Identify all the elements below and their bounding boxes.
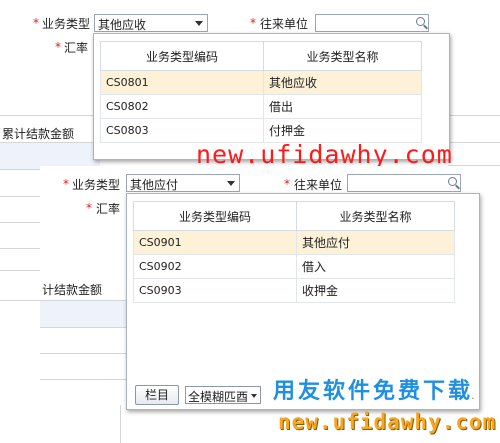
cumulative-amount-header: 累计结款金额 bbox=[2, 127, 75, 141]
table-row[interactable]: CS0801 其他应收 bbox=[100, 70, 422, 95]
watermark-url-orange: new.ufidawhy.com bbox=[278, 410, 497, 434]
chevron-down-icon bbox=[251, 394, 257, 398]
column-header-code: 业务类型编码 bbox=[100, 41, 264, 71]
table-row[interactable]: CS0902 借入 bbox=[133, 254, 455, 279]
watermark-brand: 用友软件免费下载 bbox=[273, 379, 474, 404]
row-name: 借入 bbox=[296, 254, 455, 279]
required-mark: * bbox=[250, 16, 256, 30]
row-code: CS0901 bbox=[133, 230, 297, 255]
column-header-name: 业务类型名称 bbox=[296, 201, 455, 231]
counterparty-label: 往来单位 bbox=[294, 178, 343, 192]
required-mark: * bbox=[86, 201, 92, 215]
match-mode-value: 全模糊匹酉 bbox=[188, 390, 249, 404]
business-type-label: 业务类型 bbox=[72, 178, 121, 192]
row-name: 其他应收 bbox=[263, 70, 422, 95]
business-type-select[interactable]: 其他应收 bbox=[94, 14, 208, 32]
rate-label: 汇率 bbox=[64, 41, 89, 55]
row-code: CS0902 bbox=[133, 254, 297, 279]
table-row[interactable]: CS0802 借出 bbox=[100, 94, 422, 119]
column-header-code: 业务类型编码 bbox=[133, 201, 297, 231]
business-type-table: 业务类型编码 业务类型名称 CS0901 其他应付 CS0902 借入 CS09… bbox=[133, 201, 455, 303]
match-mode-select[interactable]: 全模糊匹酉 bbox=[185, 386, 261, 404]
chevron-down-icon bbox=[227, 181, 235, 186]
required-mark: * bbox=[284, 177, 290, 191]
required-mark: * bbox=[63, 177, 69, 191]
row-name: 借出 bbox=[263, 94, 422, 119]
required-mark: * bbox=[33, 16, 39, 30]
watermark-url-red: new.ufidawhy.com bbox=[196, 140, 453, 169]
row-name: 付押金 bbox=[263, 118, 422, 143]
business-type-label: 业务类型 bbox=[42, 17, 91, 31]
table-row[interactable]: CS0901 其他应付 bbox=[133, 230, 455, 255]
required-mark: * bbox=[55, 40, 61, 54]
chevron-down-icon bbox=[195, 21, 203, 26]
business-type-value: 其他应收 bbox=[98, 18, 147, 32]
business-type-select[interactable]: 其他应付 bbox=[126, 174, 240, 192]
search-icon[interactable] bbox=[448, 177, 457, 186]
row-code: CS0803 bbox=[100, 118, 264, 143]
row-code: CS0802 bbox=[100, 94, 264, 119]
table-row[interactable]: CS0903 收押金 bbox=[133, 278, 455, 303]
business-type-table: 业务类型编码 业务类型名称 CS0801 其他应收 CS0802 借出 CS08… bbox=[100, 41, 422, 143]
row-code: CS0801 bbox=[100, 70, 264, 95]
column-settings-button[interactable]: 栏目 bbox=[135, 385, 179, 405]
column-header-name: 业务类型名称 bbox=[263, 41, 422, 71]
rate-label: 汇率 bbox=[96, 202, 121, 216]
search-icon[interactable] bbox=[416, 17, 425, 26]
business-type-value: 其他应付 bbox=[130, 178, 179, 192]
cumulative-amount-header: 计结款金额 bbox=[42, 283, 103, 297]
row-name: 收押金 bbox=[296, 278, 455, 303]
row-name: 其他应付 bbox=[296, 230, 455, 255]
row-code: CS0903 bbox=[133, 278, 297, 303]
counterparty-input[interactable] bbox=[347, 174, 461, 192]
counterparty-label: 往来单位 bbox=[260, 17, 309, 31]
counterparty-input[interactable] bbox=[315, 14, 429, 32]
table-row[interactable]: CS0803 付押金 bbox=[100, 118, 422, 143]
